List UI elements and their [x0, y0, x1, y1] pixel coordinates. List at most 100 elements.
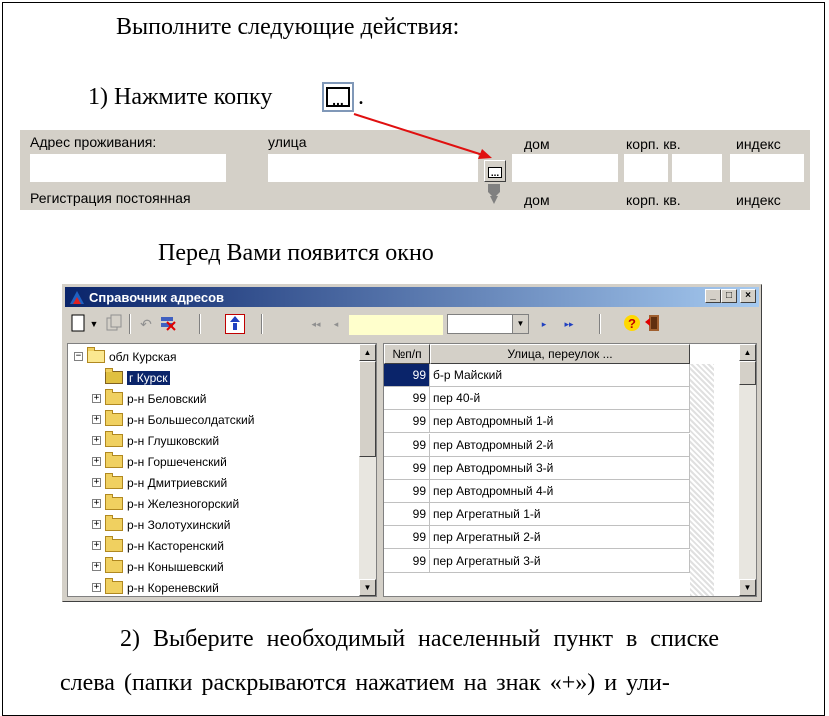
tree-item[interactable]: г Курск: [92, 367, 170, 388]
help-icon: ?: [624, 315, 640, 331]
tree-item-label: р-н Горшеченский: [127, 454, 227, 469]
grid-cell-street[interactable]: пер Агрегатный 1-й: [430, 503, 690, 527]
tree-item[interactable]: − обл Курская: [74, 346, 177, 367]
grid-cell-number[interactable]: 99: [384, 456, 430, 480]
grid-cell-street[interactable]: пер 40-й: [430, 387, 690, 411]
sort-icon: [230, 316, 240, 330]
tree-scrollbar[interactable]: ▲ ▼: [359, 344, 376, 596]
prev-record-icon[interactable]: ◂: [331, 314, 341, 334]
close-icon: ×: [745, 290, 751, 301]
city-icon: [105, 368, 123, 384]
expand-icon[interactable]: +: [92, 541, 101, 550]
minimize-button[interactable]: _: [705, 289, 721, 303]
folder-icon: [105, 578, 123, 594]
new-dropdown-button[interactable]: ▼: [89, 314, 99, 334]
grid-cell-number[interactable]: 99: [384, 480, 430, 503]
grid-empty-area: [690, 364, 714, 596]
undo-icon[interactable]: ↶: [137, 314, 155, 334]
toolbar-separator: [129, 314, 131, 334]
column-header-street[interactable]: Улица, переулок ...: [430, 344, 690, 364]
exit-button[interactable]: [645, 314, 663, 334]
column-header-num[interactable]: №п/п: [384, 344, 430, 364]
delete-icon[interactable]: [159, 314, 177, 334]
grid-cell-number[interactable]: 99: [384, 364, 430, 387]
tree-item[interactable]: + р-н Дмитриевский: [92, 472, 227, 493]
svg-text:?: ?: [628, 316, 636, 331]
collapse-icon[interactable]: −: [74, 352, 83, 361]
tree-item[interactable]: + р-н Глушковский: [92, 430, 219, 451]
scroll-down-button[interactable]: ▼: [739, 579, 756, 596]
folder-icon: [105, 494, 123, 510]
grid-cell-number[interactable]: 99: [384, 410, 430, 434]
maximize-icon: □: [725, 290, 733, 301]
toolbar-separator: [199, 314, 201, 334]
grid-cell-number[interactable]: 99: [384, 433, 430, 457]
expand-icon[interactable]: +: [92, 583, 101, 592]
grid-cell-number[interactable]: 99: [384, 549, 430, 573]
street-grid: №п/п Улица, переулок ... 99 б-р Майский 99…: [383, 343, 757, 597]
expand-icon[interactable]: +: [92, 394, 101, 403]
tree-item-label: р-н Большесолдатский: [127, 412, 255, 427]
step2-line2: слева (папки раскрываются нажатием на зн…: [60, 670, 670, 696]
expand-icon[interactable]: +: [92, 520, 101, 529]
scroll-up-button[interactable]: ▲: [739, 344, 756, 361]
new-document-button[interactable]: [69, 314, 87, 334]
expand-icon[interactable]: +: [92, 436, 101, 445]
app-icon: [70, 291, 84, 304]
grid-scrollbar[interactable]: ▲ ▼: [739, 344, 756, 596]
folder-icon: [105, 473, 123, 489]
folder-icon: [105, 515, 123, 531]
expand-icon[interactable]: +: [92, 499, 101, 508]
tree-item[interactable]: + р-н Горшеченский: [92, 451, 227, 472]
tree-item[interactable]: + р-н Большесолдатский: [92, 409, 254, 430]
folder-icon: [105, 431, 123, 447]
grid-cell-number[interactable]: 99: [384, 387, 430, 411]
scroll-up-button[interactable]: ▲: [359, 344, 376, 361]
copy-icon[interactable]: [105, 314, 123, 334]
close-button[interactable]: ×: [740, 289, 756, 303]
grid-cell-street[interactable]: пер Автодромный 4-й: [430, 480, 690, 503]
help-button[interactable]: ?: [623, 314, 641, 334]
search-field[interactable]: [349, 315, 443, 335]
filter-combo[interactable]: ▼: [447, 314, 529, 334]
tree-item[interactable]: + р-н Касторенский: [92, 535, 224, 556]
next-record-icon[interactable]: ▸: [539, 314, 549, 334]
grid-cell-number[interactable]: 99: [384, 503, 430, 527]
region-tree: − обл Курская г Курск + р-н Беловский + р-н Бо…: [67, 343, 377, 597]
last-record-icon[interactable]: ▸▸: [561, 314, 577, 334]
tree-item[interactable]: + р-н Конышевский: [92, 556, 224, 577]
chevron-down-icon: ▼: [512, 315, 528, 333]
grid-cell-street[interactable]: пер Агрегатный 2-й: [430, 526, 690, 550]
grid-cell-street[interactable]: пер Автодромный 2-й: [430, 433, 690, 457]
tree-item-label: р-н Железногорский: [127, 496, 240, 511]
expand-icon[interactable]: +: [92, 478, 101, 487]
maximize-button[interactable]: □: [721, 289, 737, 303]
window-title: Справочник адресов: [89, 289, 225, 305]
folder-icon: [105, 410, 123, 426]
tree-item[interactable]: + р-н Золотухинский: [92, 514, 230, 535]
tree-item-label: р-н Золотухинский: [127, 517, 231, 532]
scroll-thumb[interactable]: [739, 361, 756, 385]
tree-item-label: р-н Глушковский: [127, 433, 220, 448]
grid-cell-street[interactable]: пер Агрегатный 3-й: [430, 549, 690, 573]
scroll-thumb[interactable]: [359, 361, 376, 457]
first-record-icon[interactable]: ◂◂: [309, 314, 323, 334]
expand-icon[interactable]: +: [92, 415, 101, 424]
tree-item-label: обл Курская: [109, 349, 177, 364]
grid-cell-street[interactable]: б-р Майский: [430, 364, 690, 387]
tree-item[interactable]: + р-н Железногорский: [92, 493, 239, 514]
expand-icon[interactable]: +: [92, 562, 101, 571]
scroll-down-button[interactable]: ▼: [359, 579, 376, 596]
grid-cell-number[interactable]: 99: [384, 526, 430, 550]
tree-item[interactable]: + р-н Кореневский: [92, 577, 219, 596]
sort-button[interactable]: [225, 314, 245, 334]
folder-icon: [105, 452, 123, 468]
tree-item[interactable]: + р-н Беловский: [92, 388, 207, 409]
toolbar-separator: [261, 314, 263, 334]
minimize-icon: _: [710, 290, 716, 301]
grid-cell-street[interactable]: пер Автодромный 1-й: [430, 410, 690, 434]
expand-icon[interactable]: +: [92, 457, 101, 466]
folder-icon: [105, 536, 123, 552]
grid-cell-street[interactable]: пер Автодромный 3-й: [430, 456, 690, 480]
open-folder-icon: [87, 347, 105, 363]
